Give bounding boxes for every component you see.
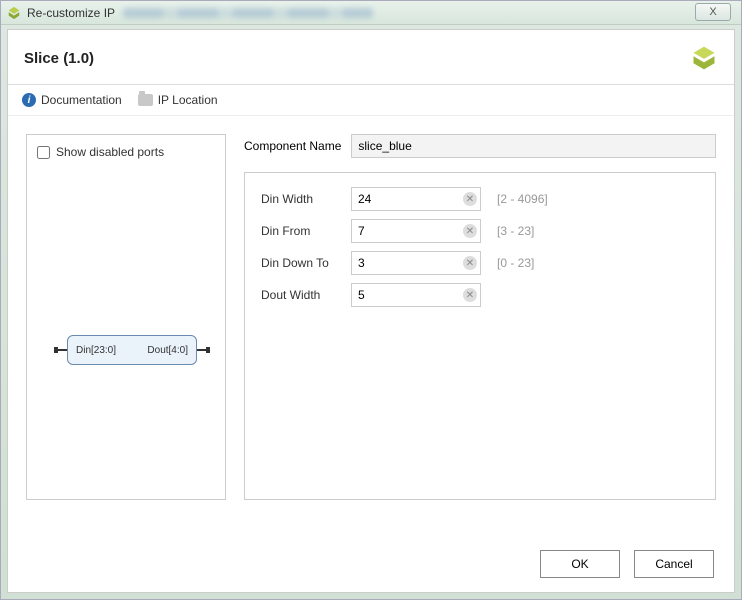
ok-button[interactable]: OK <box>540 550 620 578</box>
dialog-content: Slice (1.0) i Documentation IP Location … <box>7 29 735 593</box>
vendor-logo-icon <box>690 44 718 72</box>
dout-width-input[interactable] <box>351 283 481 307</box>
clear-icon[interactable]: ✕ <box>463 256 477 270</box>
din-from-input[interactable] <box>351 219 481 243</box>
folder-icon <box>138 94 153 106</box>
din-down-to-hint: [0 - 23] <box>497 256 534 270</box>
component-name-input[interactable] <box>351 134 716 158</box>
ip-location-link[interactable]: IP Location <box>138 93 218 107</box>
link-bar: i Documentation IP Location <box>8 85 734 116</box>
block-diagram: Din[23:0] Dout[4:0] <box>67 335 197 365</box>
component-name-row: Component Name <box>244 134 716 158</box>
dout-pin <box>206 347 210 353</box>
documentation-label: Documentation <box>41 93 122 107</box>
din-pin <box>54 347 58 353</box>
titlebar: Re-customize IP X <box>1 1 741 25</box>
dout-width-label: Dout Width <box>261 288 341 302</box>
dout-port-label: Dout[4:0] <box>147 345 188 356</box>
config-panel: Component Name Din Width ✕ [2 - 4096] Di… <box>244 134 716 500</box>
din-width-row: Din Width ✕ [2 - 4096] <box>261 187 699 211</box>
din-width-input[interactable] <box>351 187 481 211</box>
close-button[interactable]: X <box>695 3 731 21</box>
din-down-to-row: Din Down To ✕ [0 - 23] <box>261 251 699 275</box>
cancel-button[interactable]: Cancel <box>634 550 714 578</box>
footer: OK Cancel <box>540 550 714 578</box>
ports-panel: Show disabled ports Din[23:0] Dout[4:0] <box>26 134 226 500</box>
din-from-row: Din From ✕ [3 - 23] <box>261 219 699 243</box>
din-down-to-input[interactable] <box>351 251 481 275</box>
app-icon <box>7 6 21 20</box>
dialog-window: Re-customize IP X Slice (1.0) i Document… <box>0 0 742 600</box>
clear-icon[interactable]: ✕ <box>463 224 477 238</box>
din-from-hint: [3 - 23] <box>497 224 534 238</box>
titlebar-blurred-text <box>123 8 373 18</box>
body: Show disabled ports Din[23:0] Dout[4:0] … <box>8 116 734 518</box>
parameters-panel: Din Width ✕ [2 - 4096] Din From ✕ <box>244 172 716 500</box>
clear-icon[interactable]: ✕ <box>463 192 477 206</box>
documentation-link[interactable]: i Documentation <box>22 93 122 107</box>
din-width-label: Din Width <box>261 192 341 206</box>
show-disabled-ports-label: Show disabled ports <box>56 145 164 159</box>
ip-location-label: IP Location <box>158 93 218 107</box>
din-port-label: Din[23:0] <box>76 345 116 356</box>
show-disabled-ports-input[interactable] <box>37 146 50 159</box>
clear-icon[interactable]: ✕ <box>463 288 477 302</box>
page-title: Slice (1.0) <box>24 50 94 67</box>
component-name-label: Component Name <box>244 139 341 153</box>
din-down-to-label: Din Down To <box>261 256 341 270</box>
info-icon: i <box>22 93 36 107</box>
dout-width-row: Dout Width ✕ <box>261 283 699 307</box>
header: Slice (1.0) <box>8 30 734 85</box>
din-width-hint: [2 - 4096] <box>497 192 548 206</box>
close-icon: X <box>709 6 716 18</box>
din-from-label: Din From <box>261 224 341 238</box>
show-disabled-ports-checkbox[interactable]: Show disabled ports <box>37 145 215 159</box>
window-title: Re-customize IP <box>27 6 115 20</box>
